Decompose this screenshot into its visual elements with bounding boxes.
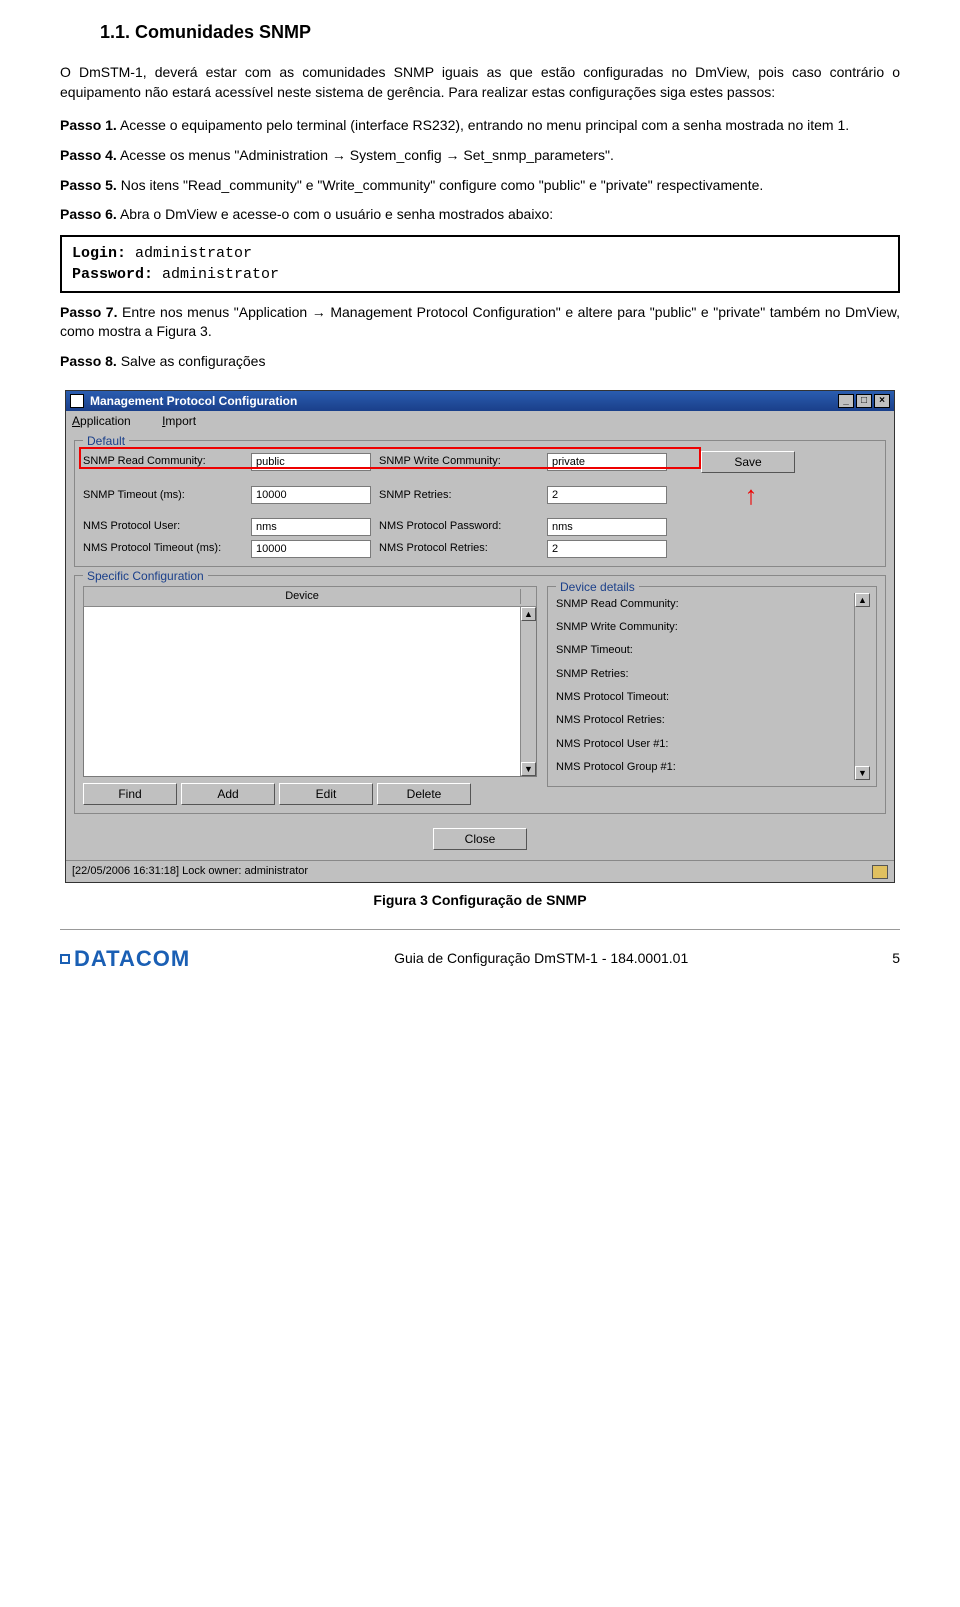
input-snmp-read[interactable]: public	[251, 453, 371, 471]
scroll-down-icon[interactable]: ▼	[521, 762, 536, 776]
step-5: Passo 5. Nos itens "Read_community" e "W…	[60, 176, 900, 196]
label-nms-pass: NMS Protocol Password:	[379, 519, 539, 534]
label-snmp-read: SNMP Read Community:	[83, 454, 243, 469]
menubar: Application Import	[66, 411, 894, 432]
detail-nms-group1: NMS Protocol Group #1:	[556, 756, 854, 779]
figure-caption: Figura 3 Configuração de SNMP	[60, 891, 900, 911]
scrollbar[interactable]: ▲ ▼	[520, 607, 536, 776]
specific-fieldset: Specific Configuration Device ▲ ▼	[74, 575, 886, 814]
find-button[interactable]: Find	[83, 783, 177, 805]
input-snmp-timeout[interactable]: 10000	[251, 486, 371, 504]
input-nms-pass[interactable]: nms	[547, 518, 667, 536]
intro-paragraph: O DmSTM-1, deverá estar com as comunidad…	[60, 63, 900, 102]
label-snmp-write: SNMP Write Community:	[379, 454, 539, 469]
page-number: 5	[892, 949, 900, 969]
details-legend: Device details	[556, 579, 639, 596]
app-icon	[70, 394, 84, 408]
input-nms-timeout[interactable]: 10000	[251, 540, 371, 558]
save-button[interactable]: Save	[701, 451, 795, 473]
maximize-icon[interactable]: □	[856, 394, 872, 408]
titlebar: Management Protocol Configuration _ □ ×	[66, 391, 894, 412]
minimize-icon[interactable]: _	[838, 394, 854, 408]
device-panel: Device ▲ ▼ Find Add Edit Del	[83, 586, 537, 805]
specific-legend: Specific Configuration	[83, 568, 208, 585]
scroll-down-icon[interactable]: ▼	[855, 766, 870, 780]
close-icon[interactable]: ×	[874, 394, 890, 408]
login-box: Login: administrator Password: administr…	[60, 235, 900, 293]
menu-application[interactable]: Application	[72, 414, 145, 428]
detail-retries: SNMP Retries:	[556, 663, 854, 686]
status-text: [22/05/2006 16:31:18] Lock owner: admini…	[72, 864, 308, 879]
input-snmp-write[interactable]: private	[547, 453, 667, 471]
input-snmp-retries[interactable]: 2	[547, 486, 667, 504]
input-nms-retries[interactable]: 2	[547, 540, 667, 558]
device-header: Device	[83, 586, 537, 607]
close-button[interactable]: Close	[433, 828, 527, 850]
input-nms-user[interactable]: nms	[251, 518, 371, 536]
statusbar: [22/05/2006 16:31:18] Lock owner: admini…	[66, 860, 894, 882]
lock-icon	[872, 865, 888, 879]
default-fieldset: Default SNMP Read Community: public SNMP…	[74, 440, 886, 566]
label-nms-timeout: NMS Protocol Timeout (ms):	[83, 541, 243, 556]
label-nms-retries: NMS Protocol Retries:	[379, 541, 539, 556]
label-snmp-retries: SNMP Retries:	[379, 488, 539, 503]
step-8: Passo 8. Salve as configurações	[60, 352, 900, 372]
details-scrollbar[interactable]: ▲ ▼	[854, 593, 870, 780]
detail-read: SNMP Read Community:	[556, 593, 854, 616]
page-footer: DATACOM Guia de Configuração DmSTM-1 - 1…	[60, 938, 900, 975]
footer-separator	[60, 929, 900, 930]
device-list[interactable]: ▲ ▼	[83, 607, 537, 777]
add-button[interactable]: Add	[181, 783, 275, 805]
step-6: Passo 6. Abra o DmView e acesse-o com o …	[60, 205, 900, 225]
logo: DATACOM	[60, 944, 190, 975]
label-snmp-timeout: SNMP Timeout (ms):	[83, 488, 243, 503]
detail-nms-retries: NMS Protocol Retries:	[556, 709, 854, 732]
section-heading: 1.1. Comunidades SNMP	[60, 20, 900, 45]
arrow-up-icon	[701, 477, 801, 513]
delete-button[interactable]: Delete	[377, 783, 471, 805]
detail-write: SNMP Write Community:	[556, 616, 854, 639]
scroll-up-icon[interactable]: ▲	[521, 607, 536, 621]
menu-import[interactable]: Import	[162, 414, 210, 428]
screenshot-window: Management Protocol Configuration _ □ × …	[65, 390, 895, 884]
step-7: Passo 7. Entre nos menus "Application → …	[60, 303, 900, 342]
detail-timeout: SNMP Timeout:	[556, 639, 854, 662]
edit-button[interactable]: Edit	[279, 783, 373, 805]
step-4: Passo 4. Acesse os menus "Administration…	[60, 146, 900, 166]
window-title: Management Protocol Configuration	[90, 393, 297, 410]
detail-nms-timeout: NMS Protocol Timeout:	[556, 686, 854, 709]
detail-nms-user1: NMS Protocol User #1:	[556, 733, 854, 756]
default-legend: Default	[83, 433, 129, 450]
label-nms-user: NMS Protocol User:	[83, 519, 243, 534]
details-panel: Device details SNMP Read Community: SNMP…	[547, 586, 877, 787]
step-1: Passo 1. Acesse o equipamento pelo termi…	[60, 116, 900, 136]
scroll-up-icon[interactable]: ▲	[855, 593, 870, 607]
footer-center: Guia de Configuração DmSTM-1 - 184.0001.…	[394, 949, 688, 969]
